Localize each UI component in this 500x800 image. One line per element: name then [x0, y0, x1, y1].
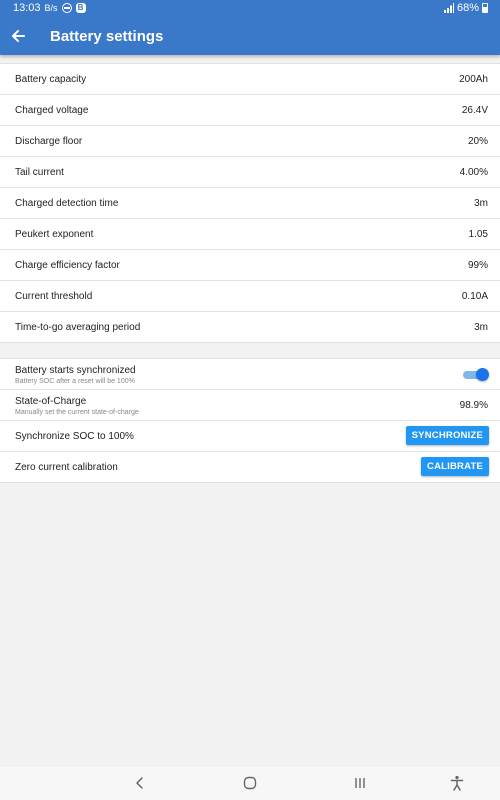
data-speed-icon: B/s [44, 3, 58, 13]
setting-row-charged-voltage[interactable]: Charged voltage 26.4V [0, 95, 500, 126]
home-nav-icon [243, 776, 257, 790]
setting-row-tail-current[interactable]: Tail current 4.00% [0, 157, 500, 188]
zero-cal-label: Zero current calibration [15, 462, 118, 473]
setting-value: 26.4V [461, 105, 488, 116]
setting-label: Battery capacity [15, 74, 87, 85]
setting-row-charged-detection-time[interactable]: Charged detection time 3m [0, 188, 500, 219]
setting-row-time-to-go-averaging[interactable]: Time-to-go averaging period 3m [0, 312, 500, 342]
nav-recents-button[interactable] [350, 773, 370, 793]
calibrate-button[interactable]: CALIBRATE [421, 457, 489, 476]
do-not-disturb-icon [61, 3, 72, 13]
setting-label: Current threshold [15, 291, 93, 302]
recents-nav-icon [355, 778, 365, 788]
status-time: 13:03 [13, 2, 41, 14]
battery-starts-synchronized-row[interactable]: Battery starts synchronized Battery SOC … [0, 359, 500, 390]
setting-value: 3m [474, 322, 488, 333]
synchronize-soc-row: Synchronize SOC to 100% SYNCHRONIZE [0, 421, 500, 452]
setting-value: 200Ah [459, 74, 488, 85]
nav-accessibility-button[interactable] [447, 773, 467, 793]
setting-row-charge-efficiency-factor[interactable]: Charge efficiency factor 99% [0, 250, 500, 281]
setting-row-discharge-floor[interactable]: Discharge floor 20% [0, 126, 500, 157]
nav-back-button[interactable] [130, 773, 150, 793]
setting-value: 20% [467, 136, 488, 147]
toggle-knob [476, 368, 489, 381]
battery-percent: 68% [456, 2, 479, 14]
soc-value: 98.9% [459, 400, 488, 411]
setting-value: 99% [467, 260, 488, 271]
setting-label: Discharge floor [15, 136, 83, 147]
status-bar-right: 68% [443, 2, 488, 14]
state-of-charge-row[interactable]: State-of-Charge Manually set the current… [0, 390, 500, 421]
zero-current-calibration-row: Zero current calibration CALIBRATE [0, 452, 500, 482]
setting-value: 3m [474, 198, 488, 209]
setting-label: Charged voltage [15, 105, 89, 116]
signal-icon [443, 3, 454, 13]
page-title: Battery settings [50, 28, 164, 45]
battery-starts-synchronized-toggle[interactable] [461, 368, 489, 381]
system-nav-bar [0, 765, 500, 800]
soc-sublabel: Manually set the current state-of-charge [15, 409, 139, 416]
back-button[interactable] [6, 22, 34, 50]
status-bar-left: 13:03 B/s B [13, 2, 86, 14]
sync-soc-label: Synchronize SOC to 100% [15, 431, 134, 442]
soc-label: State-of-Charge [15, 396, 87, 407]
sync-start-label: Battery starts synchronized [15, 365, 136, 376]
setting-row-current-threshold[interactable]: Current threshold 0.10A [0, 281, 500, 312]
nav-home-button[interactable] [240, 773, 260, 793]
setting-value: 1.05 [468, 229, 488, 240]
actions-list: Battery starts synchronized Battery SOC … [0, 358, 500, 483]
setting-row-battery-capacity[interactable]: Battery capacity 200Ah [0, 64, 500, 95]
setting-label: Time-to-go averaging period [15, 322, 141, 333]
setting-row-peukert-exponent[interactable]: Peukert exponent 1.05 [0, 219, 500, 250]
setting-label: Charge efficiency factor [15, 260, 120, 271]
setting-value: 0.10A [461, 291, 488, 302]
settings-list: Battery capacity 200Ah Charged voltage 2… [0, 63, 500, 343]
battery-icon [482, 3, 488, 13]
app-bar: Battery settings [0, 17, 500, 55]
accessibility-icon [450, 775, 464, 791]
back-nav-icon [136, 777, 143, 789]
synchronize-button[interactable]: SYNCHRONIZE [405, 426, 489, 445]
setting-value: 4.00% [459, 167, 488, 178]
status-bar: 13:03 B/s B 68% [0, 0, 500, 17]
setting-label: Peukert exponent [15, 229, 94, 240]
setting-label: Charged detection time [15, 198, 119, 209]
setting-label: Tail current [15, 167, 64, 178]
sync-start-sublabel: Battery SOC after a reset will be 100% [15, 378, 135, 385]
b-badge-icon: B [75, 3, 86, 13]
arrow-left-icon [12, 30, 25, 42]
